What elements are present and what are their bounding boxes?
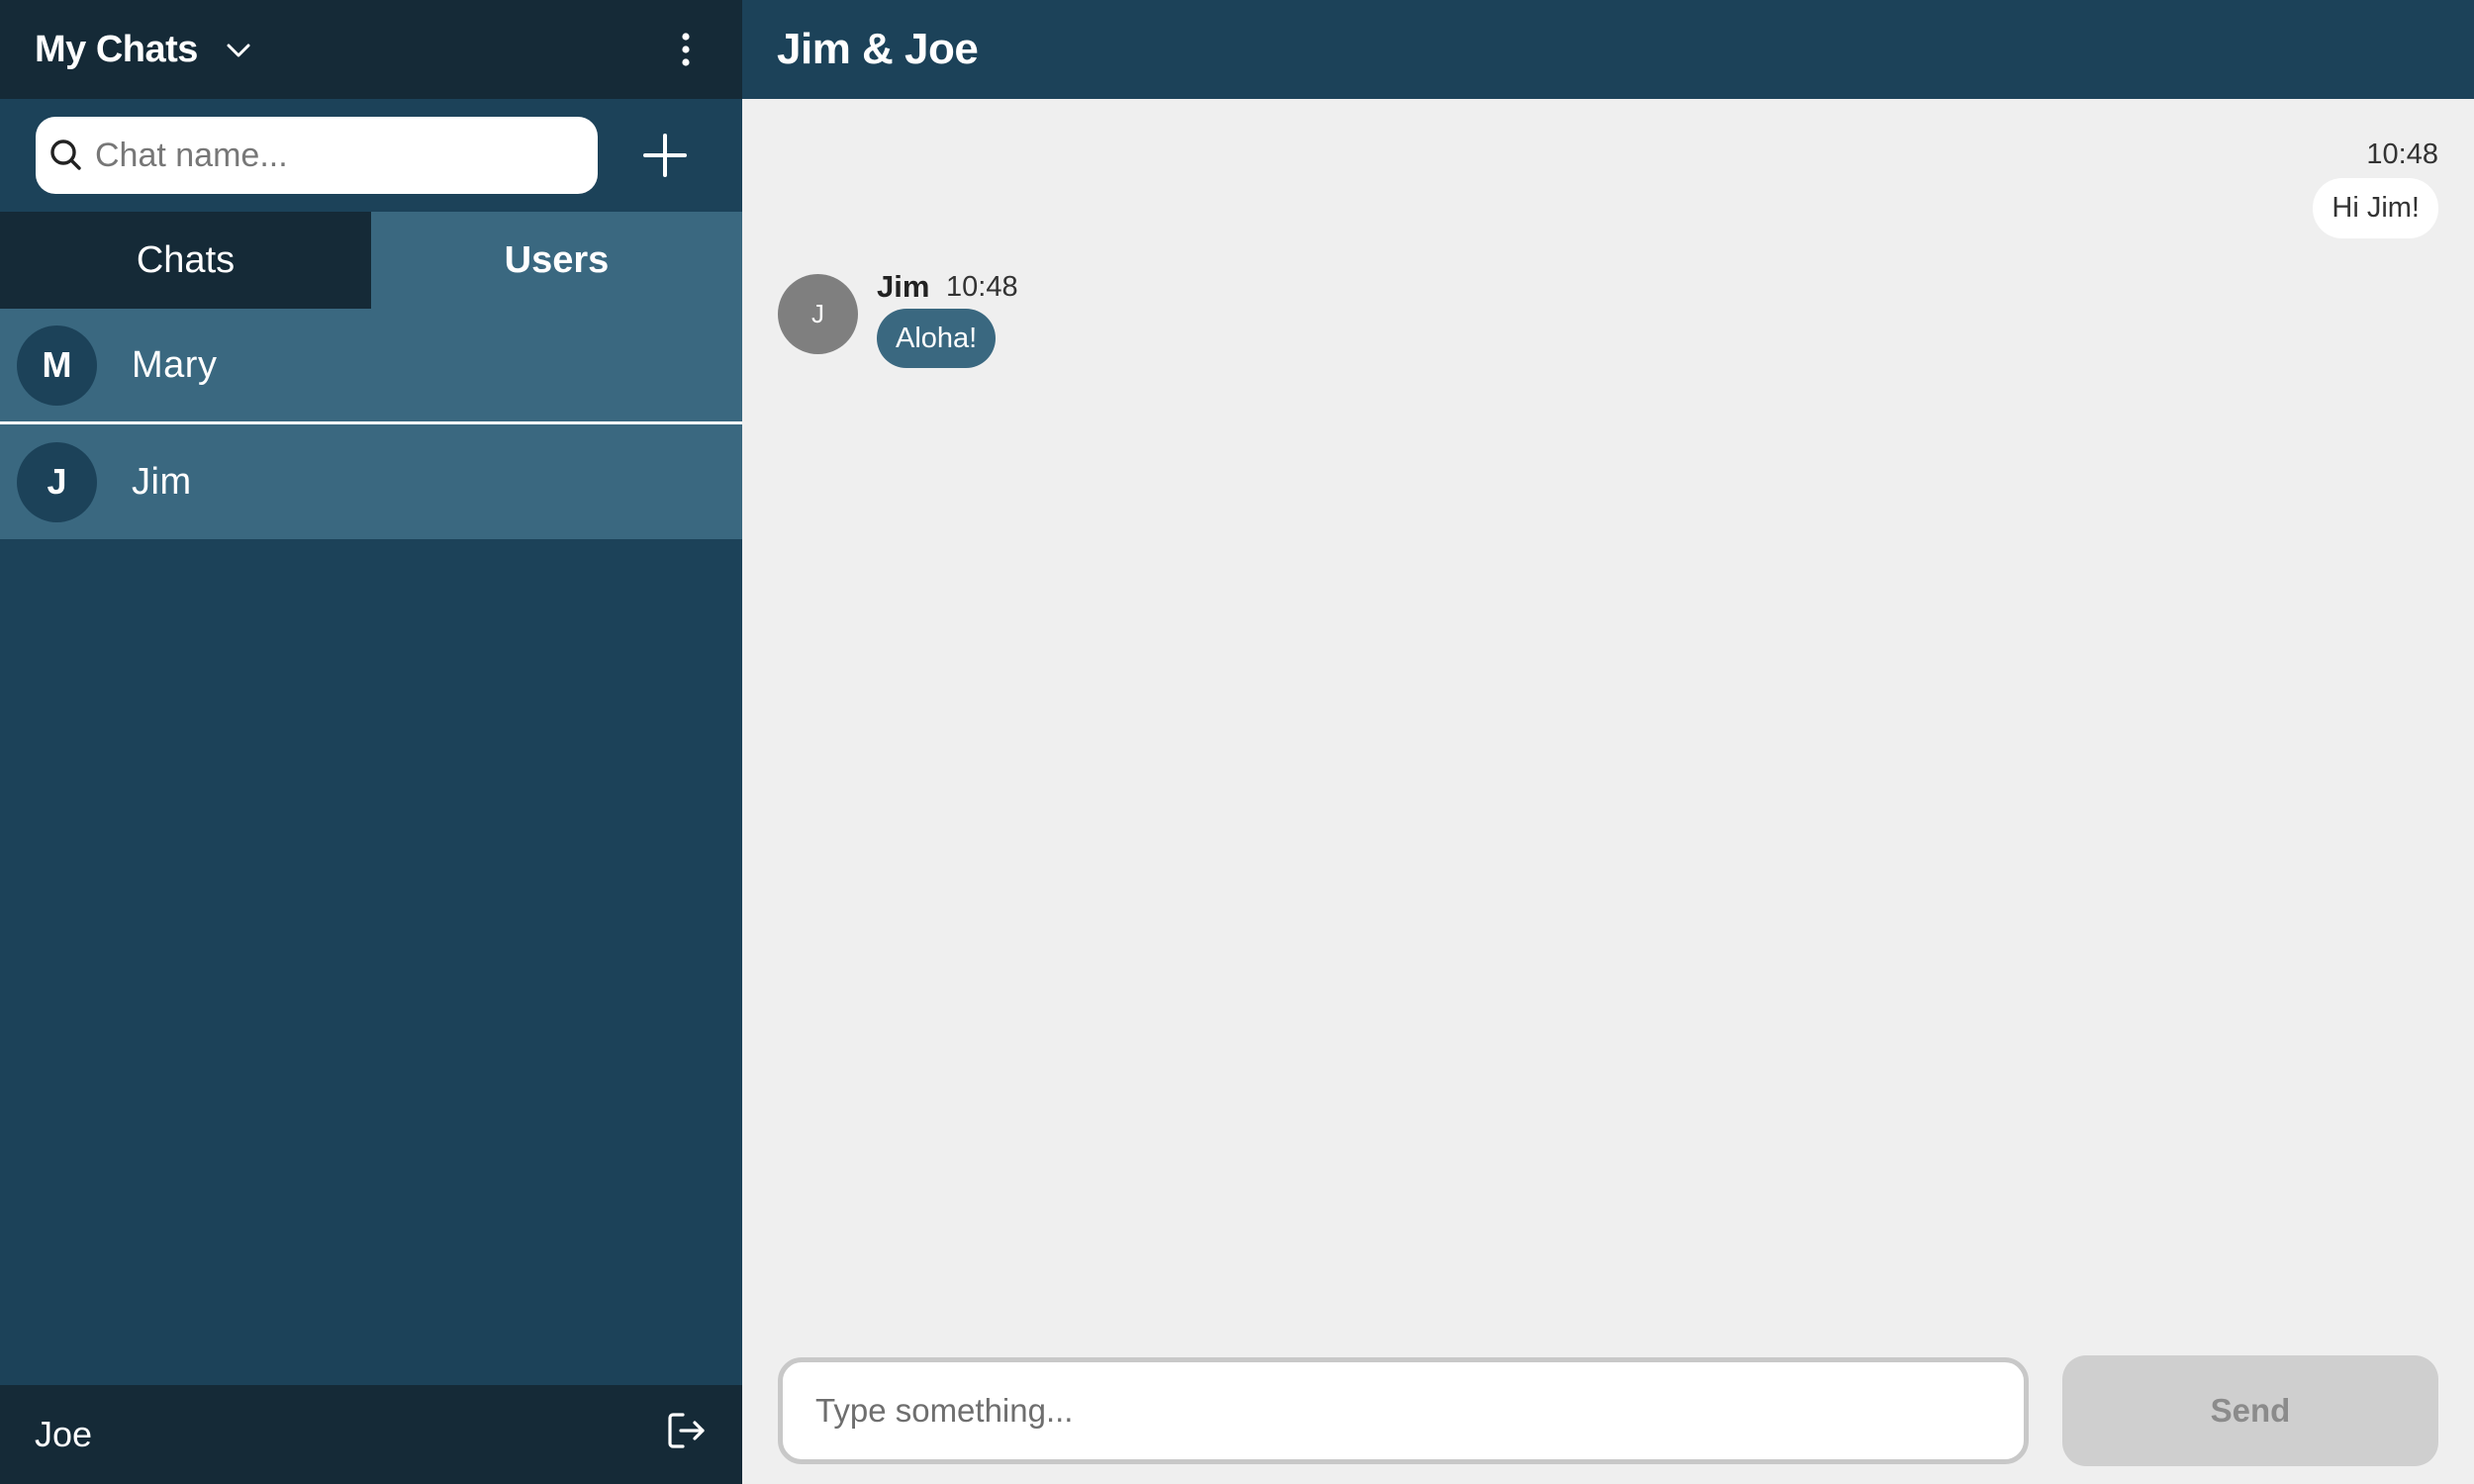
avatar: J — [17, 441, 97, 522]
avatar: M — [17, 325, 97, 406]
user-item-mary[interactable]: M Mary — [0, 309, 742, 424]
user-list: M Mary J Jim — [0, 309, 742, 539]
message-sender-name: Jim — [877, 269, 930, 304]
outgoing-message-time: 10:48 — [2366, 139, 2438, 170]
user-name: Jim — [132, 460, 192, 503]
kebab-menu-icon[interactable] — [669, 30, 703, 69]
search-box — [36, 117, 598, 194]
tab-chats[interactable]: Chats — [0, 212, 371, 309]
search-icon — [50, 139, 81, 170]
logout-icon[interactable] — [666, 1410, 708, 1451]
current-user-name: Joe — [35, 1414, 93, 1454]
sidebar: My Chats Chats Users M Mary — [0, 0, 742, 1484]
sidebar-header: My Chats — [0, 0, 742, 99]
incoming-message-bubble: Aloha! — [877, 309, 997, 368]
user-item-jim[interactable]: J Jim — [0, 424, 742, 539]
chat-title: Jim & Joe — [777, 25, 979, 73]
chat-panel: Jim & Joe 10:48 Hi Jim! J Jim 10:48 Aloh… — [742, 0, 2474, 1484]
message-input[interactable] — [783, 1362, 2024, 1459]
tab-users[interactable]: Users — [371, 212, 742, 309]
avatar: J — [778, 274, 858, 354]
incoming-message-time: 10:48 — [946, 271, 1018, 303]
user-name: Mary — [132, 343, 218, 386]
outgoing-message-bubble: Hi Jim! — [2313, 178, 2438, 238]
sidebar-title[interactable]: My Chats — [35, 0, 198, 99]
chevron-down-icon[interactable] — [224, 36, 253, 65]
search-input[interactable] — [95, 117, 585, 194]
sidebar-footer: Joe — [0, 1385, 742, 1484]
sidebar-tabs: Chats Users — [0, 212, 742, 309]
message-composer — [778, 1357, 2029, 1464]
search-row — [0, 99, 742, 212]
plus-icon[interactable] — [641, 132, 689, 179]
chat-header: Jim & Joe — [742, 0, 2474, 99]
send-button[interactable]: Send — [2062, 1355, 2438, 1466]
